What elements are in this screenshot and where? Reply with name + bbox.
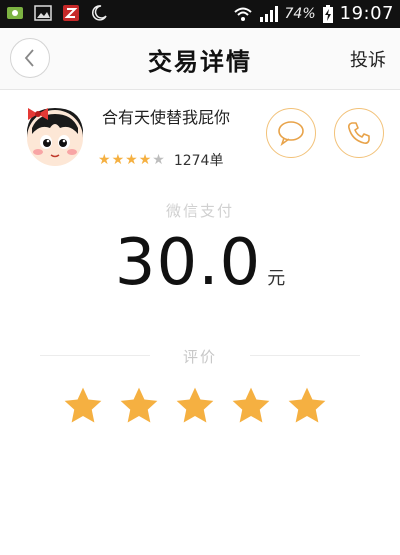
rating-star-icon: ★ xyxy=(111,152,125,168)
review-stars xyxy=(62,385,328,427)
status-notifications xyxy=(6,4,108,22)
driver-rating: ★ ★ ★ ★ ★ 1274单 xyxy=(98,150,223,170)
chat-bubble-icon xyxy=(278,121,304,146)
battery-charging-icon xyxy=(322,4,333,23)
driver-info: 合有天使替我屁你 ★ ★ ★ ★ ★ 1274单 xyxy=(0,90,400,185)
payment-amount: 30.0 xyxy=(114,226,262,300)
status-bar: 74% 19:07 xyxy=(0,0,400,28)
phone-icon xyxy=(348,122,370,144)
currency-unit: 元 xyxy=(267,268,286,289)
app-notification-icon xyxy=(7,7,23,19)
rating-star-icon: ★ xyxy=(125,152,138,168)
complain-button[interactable]: 投诉 xyxy=(350,46,386,72)
rating-star-icon: ★ xyxy=(98,152,111,168)
review-star-2-icon[interactable] xyxy=(118,385,160,427)
payment-amount-row: 30.0 元 xyxy=(0,226,400,300)
rating-star-icon: ★ xyxy=(138,152,152,168)
title-bar: 交易详情 投诉 xyxy=(0,28,400,90)
chat-button[interactable] xyxy=(266,108,316,158)
avatar xyxy=(27,108,83,166)
rating-star-empty-icon: ★ xyxy=(152,152,165,168)
clock: 19:07 xyxy=(339,3,394,24)
review-star-4-icon[interactable] xyxy=(230,385,272,427)
call-button[interactable] xyxy=(334,108,384,158)
wifi-icon xyxy=(233,7,252,21)
z-app-icon xyxy=(63,5,79,21)
signal-icon xyxy=(259,5,278,22)
driver-name: 合有天使替我屁你 xyxy=(102,108,231,127)
payment-method-label: 微信支付 xyxy=(165,202,234,220)
review-star-5-icon[interactable] xyxy=(286,385,328,427)
moon-icon xyxy=(91,5,107,21)
battery-percent: 74% xyxy=(284,5,316,22)
image-notification-icon xyxy=(34,5,52,21)
review-star-1-icon[interactable] xyxy=(62,385,104,427)
order-count: 1274单 xyxy=(173,153,224,169)
review-star-3-icon[interactable] xyxy=(174,385,216,427)
review-label: 评价 xyxy=(182,348,217,366)
page-title: 交易详情 xyxy=(148,48,252,76)
status-system: 74% 19:07 xyxy=(233,3,395,24)
